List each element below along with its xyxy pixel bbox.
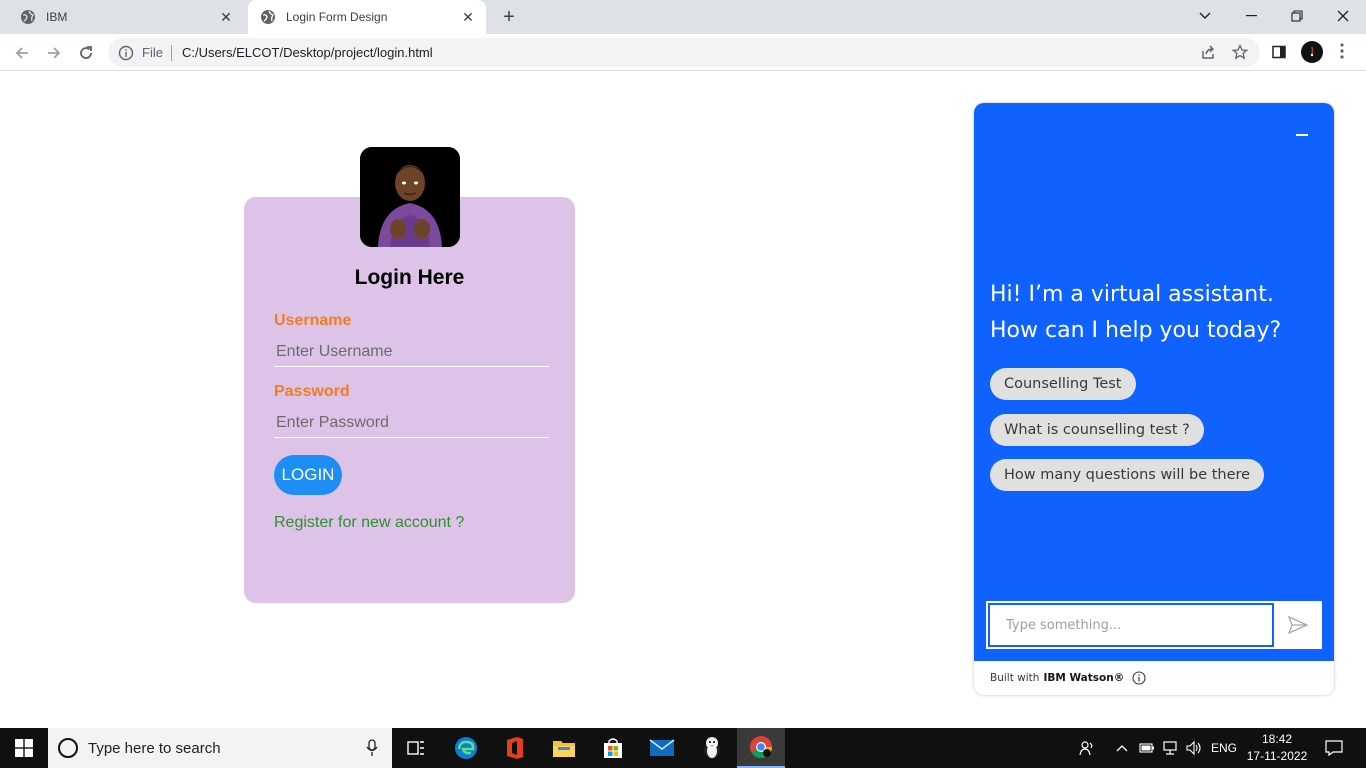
password-input[interactable] bbox=[274, 408, 549, 438]
cortana-icon bbox=[58, 738, 78, 758]
volume-icon[interactable] bbox=[1184, 728, 1204, 768]
task-view-icon[interactable] bbox=[392, 728, 440, 768]
notification-icon[interactable] bbox=[1320, 728, 1348, 768]
taskbar-search-placeholder: Type here to search bbox=[88, 739, 221, 757]
system-clock[interactable]: 18:42 17-11-2022 bbox=[1246, 731, 1308, 765]
globe-icon bbox=[260, 9, 276, 25]
tab-login-form[interactable]: Login Form Design ✕ bbox=[248, 0, 486, 34]
site-info-icon[interactable] bbox=[118, 45, 134, 61]
people-icon[interactable] bbox=[1076, 728, 1098, 768]
close-tab-icon[interactable]: ✕ bbox=[218, 9, 234, 25]
globe-icon bbox=[20, 9, 36, 25]
chat-panel: Hi! I’m a virtual assistant. How can I h… bbox=[974, 103, 1334, 661]
battery-icon[interactable] bbox=[1138, 728, 1156, 768]
close-tab-icon[interactable]: ✕ bbox=[460, 9, 476, 25]
edge-icon[interactable] bbox=[442, 728, 490, 768]
chat-greeting: Hi! I’m a virtual assistant. How can I h… bbox=[990, 282, 1282, 343]
chat-footer: Built with IBM Watson® bbox=[990, 671, 1146, 685]
back-arrow-icon[interactable] bbox=[8, 39, 36, 67]
minimize-chat-icon[interactable] bbox=[1296, 134, 1308, 136]
clock-date: 17-11-2022 bbox=[1246, 749, 1308, 763]
chat-widget: Hi! I’m a virtual assistant. How can I h… bbox=[974, 103, 1334, 695]
url-scheme-label: File bbox=[142, 45, 163, 60]
clock-time: 18:42 bbox=[1261, 732, 1293, 746]
tab-title: IBM bbox=[46, 10, 68, 24]
share-icon[interactable] bbox=[1199, 43, 1217, 61]
tab-strip: IBM ✕ Login Form Design ✕ + bbox=[0, 0, 1366, 34]
chevron-up-icon[interactable] bbox=[1114, 728, 1130, 768]
close-window-icon[interactable] bbox=[1320, 0, 1366, 32]
forward-arrow-icon[interactable] bbox=[40, 39, 68, 67]
taskbar: Type here to search ENG 18:42 17-11-2022 bbox=[0, 728, 1366, 768]
chat-input-area bbox=[986, 601, 1322, 649]
language-indicator[interactable]: ENG bbox=[1208, 728, 1240, 768]
browser-menu-icon[interactable] bbox=[1340, 42, 1346, 62]
tab-title: Login Form Design bbox=[286, 10, 388, 24]
office-icon[interactable] bbox=[491, 728, 539, 768]
url-text[interactable]: C:/Users/ELCOT/Desktop/project/login.htm… bbox=[182, 45, 433, 60]
chat-message-input[interactable] bbox=[988, 603, 1274, 647]
password-label: Password bbox=[274, 383, 350, 400]
info-icon[interactable] bbox=[1132, 671, 1146, 685]
username-input[interactable] bbox=[274, 337, 549, 367]
address-divider bbox=[170, 44, 172, 61]
mail-icon[interactable] bbox=[638, 728, 686, 768]
penguin-app-icon[interactable] bbox=[688, 728, 736, 768]
login-button[interactable]: LOGIN bbox=[274, 455, 342, 495]
store-icon[interactable] bbox=[589, 728, 637, 768]
browser-toolbar: File C:/Users/ELCOT/Desktop/project/logi… bbox=[0, 34, 1366, 71]
microphone-icon[interactable] bbox=[366, 739, 378, 757]
suggestion-chip[interactable]: How many questions will be there bbox=[990, 459, 1265, 491]
file-explorer-icon[interactable] bbox=[540, 728, 588, 768]
tab-search-icon[interactable] bbox=[1182, 0, 1228, 32]
bookmark-star-icon[interactable] bbox=[1231, 43, 1249, 61]
suggestion-chip[interactable]: What is counselling test ? bbox=[990, 414, 1204, 446]
chrome-icon[interactable] bbox=[737, 728, 785, 768]
profile-avatar[interactable] bbox=[1301, 41, 1323, 63]
footer-brand: IBM Watson® bbox=[1043, 672, 1125, 684]
reload-icon[interactable] bbox=[72, 39, 100, 67]
tab-ibm[interactable]: IBM ✕ bbox=[8, 0, 244, 34]
network-icon[interactable] bbox=[1161, 728, 1179, 768]
side-panel-icon[interactable] bbox=[1270, 43, 1288, 61]
windows-start-icon[interactable] bbox=[0, 728, 48, 768]
footer-prefix: Built with bbox=[990, 672, 1040, 684]
register-link[interactable]: Register for new account ? bbox=[274, 514, 464, 532]
send-icon[interactable] bbox=[1286, 613, 1310, 637]
minimize-window-icon[interactable] bbox=[1228, 0, 1274, 32]
suggestion-chip[interactable]: Counselling Test bbox=[990, 368, 1136, 400]
restore-window-icon[interactable] bbox=[1274, 0, 1320, 32]
address-bar[interactable]: File C:/Users/ELCOT/Desktop/project/logi… bbox=[108, 38, 1260, 67]
login-title: Login Here bbox=[354, 266, 465, 289]
new-tab-button[interactable]: + bbox=[498, 6, 520, 28]
taskbar-search[interactable]: Type here to search bbox=[48, 728, 392, 768]
username-label: Username bbox=[274, 312, 352, 329]
user-avatar-image bbox=[360, 147, 460, 247]
